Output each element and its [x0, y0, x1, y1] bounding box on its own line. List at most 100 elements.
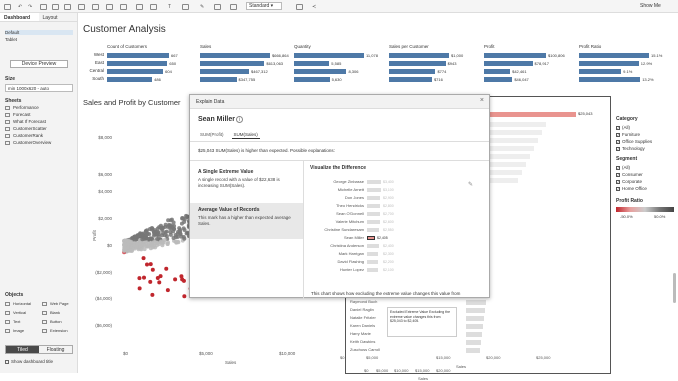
new-sheet-icon[interactable]	[52, 3, 59, 10]
undo-icon[interactable]: ↶	[18, 3, 22, 10]
text-label-icon[interactable]: T	[168, 3, 171, 10]
filter-checkbox[interactable]: ✓ Home Office	[616, 186, 647, 191]
show-title-checkbox[interactable]: Show dashboard title	[5, 359, 53, 364]
rank-bar[interactable]	[486, 122, 546, 127]
scatter-point[interactable]	[152, 232, 157, 237]
kpi-bar[interactable]	[107, 77, 153, 82]
object-image[interactable]: Image	[5, 328, 24, 333]
rank-bar[interactable]	[466, 332, 482, 337]
share-icon[interactable]: ≺	[312, 3, 316, 10]
scatter-point[interactable]	[170, 224, 175, 229]
kpi-bar[interactable]	[294, 61, 330, 66]
kpi-bar[interactable]	[484, 69, 511, 74]
kpi-bar[interactable]	[200, 77, 237, 82]
kpi-bar[interactable]	[389, 69, 436, 74]
fix-axes-icon[interactable]	[214, 3, 221, 10]
size-select[interactable]: min 1000x620 - auto	[5, 84, 73, 92]
kpi-bar[interactable]	[484, 61, 533, 66]
scatter-point[interactable]	[145, 262, 150, 267]
scatter-point[interactable]	[148, 262, 153, 267]
kpi-bar[interactable]	[484, 53, 546, 58]
sheet-item[interactable]: What If Forecast	[5, 119, 46, 124]
rank-bar[interactable]	[466, 300, 486, 305]
kpi-bar[interactable]	[200, 53, 270, 58]
pin-icon[interactable]: ✎	[200, 3, 204, 10]
filter-checkbox[interactable]: ✓ (All)	[616, 125, 630, 130]
scatter-point[interactable]	[137, 286, 142, 291]
viz-bar[interactable]	[367, 236, 375, 240]
kpi-bar[interactable]	[294, 53, 364, 58]
scatter-point[interactable]	[137, 276, 142, 281]
scatter-point[interactable]	[157, 280, 162, 285]
rank-bar[interactable]	[466, 324, 483, 329]
presentation-icon[interactable]	[296, 3, 303, 10]
scatter-point[interactable]	[178, 229, 183, 234]
explanation-average-value[interactable]: Average Value of Records This mark has a…	[190, 203, 303, 239]
tab-sum-sales[interactable]: SUM(Sales)	[231, 131, 260, 139]
sheet-item[interactable]: Performance	[5, 105, 39, 110]
filter-checkbox[interactable]: ✓ Corporate	[616, 179, 642, 184]
scatter-point[interactable]	[145, 243, 150, 248]
scatter-point[interactable]	[122, 241, 127, 246]
tiled-button[interactable]: Tiled	[6, 346, 39, 353]
highlight-icon[interactable]	[136, 3, 143, 10]
object-horizontal[interactable]: Horizontal	[5, 301, 31, 306]
scatter-point[interactable]	[179, 221, 184, 226]
scatter-point[interactable]	[182, 228, 187, 233]
kpi-bar[interactable]	[200, 69, 250, 74]
scatter-point[interactable]	[148, 279, 153, 284]
sort-desc-icon[interactable]	[120, 3, 127, 10]
viz-bar[interactable]	[367, 220, 380, 224]
scatter-point[interactable]	[164, 229, 169, 234]
rank-bar[interactable]	[466, 316, 484, 321]
object-text[interactable]: Text	[5, 319, 20, 324]
filter-checkbox[interactable]: ✓ Technology	[616, 146, 645, 151]
kpi-bar[interactable]	[107, 69, 164, 74]
scatter-point[interactable]	[158, 223, 163, 228]
scatter-point[interactable]	[129, 248, 134, 253]
filter-checkbox[interactable]: ✓ (All)	[616, 165, 630, 170]
group-icon[interactable]	[150, 3, 157, 10]
rank-bar[interactable]	[486, 130, 542, 135]
viz-bar[interactable]	[367, 196, 381, 200]
scatter-point[interactable]	[145, 236, 150, 241]
object-vertical[interactable]: Vertical	[5, 310, 26, 315]
rank-bar[interactable]	[486, 170, 522, 175]
scatter-point[interactable]	[173, 277, 178, 282]
scatter-point[interactable]	[128, 239, 133, 244]
rank-bar[interactable]	[466, 348, 480, 353]
object-button[interactable]: Button	[42, 319, 62, 324]
scatter-point[interactable]	[142, 275, 147, 280]
kpi-bar[interactable]	[579, 77, 641, 82]
scatter-point[interactable]	[179, 274, 184, 279]
kpi-bar[interactable]	[579, 69, 622, 74]
close-icon[interactable]: ×	[480, 97, 484, 104]
tableau-logo-icon[interactable]	[4, 3, 11, 10]
kpi-bar[interactable]	[294, 69, 347, 74]
scatter-point[interactable]	[166, 240, 171, 245]
scatter-point[interactable]	[150, 227, 155, 232]
viz-bar[interactable]	[367, 204, 381, 208]
swap-icon[interactable]	[92, 3, 99, 10]
filter-checkbox[interactable]: ✓ Consumer	[616, 172, 643, 177]
filter-checkbox[interactable]: ✓ Furniture	[616, 132, 640, 137]
scatter-point[interactable]	[150, 267, 155, 272]
sheet-item[interactable]: Forecast	[5, 112, 31, 117]
kpi-bar[interactable]	[294, 77, 330, 82]
save-icon[interactable]	[40, 3, 47, 10]
scatter-point[interactable]	[182, 217, 187, 222]
device-default[interactable]: Default	[5, 30, 73, 35]
floating-button[interactable]: Floating	[39, 346, 72, 353]
scatter-point[interactable]	[168, 232, 173, 237]
kpi-bar[interactable]	[579, 61, 639, 66]
kpi-bar[interactable]	[389, 61, 446, 66]
viz-bar[interactable]	[367, 252, 379, 256]
device-tablet[interactable]: Tablet	[5, 37, 17, 42]
scatter-point[interactable]	[149, 236, 154, 241]
scatter-point[interactable]	[150, 292, 155, 297]
kpi-bar[interactable]	[107, 61, 168, 66]
fit-select[interactable]: Standard ▾	[246, 2, 282, 10]
sheet-item[interactable]: CustomerOverview	[5, 140, 51, 145]
tab-layout[interactable]: Layout	[39, 13, 78, 21]
viz-bar[interactable]	[367, 244, 379, 248]
